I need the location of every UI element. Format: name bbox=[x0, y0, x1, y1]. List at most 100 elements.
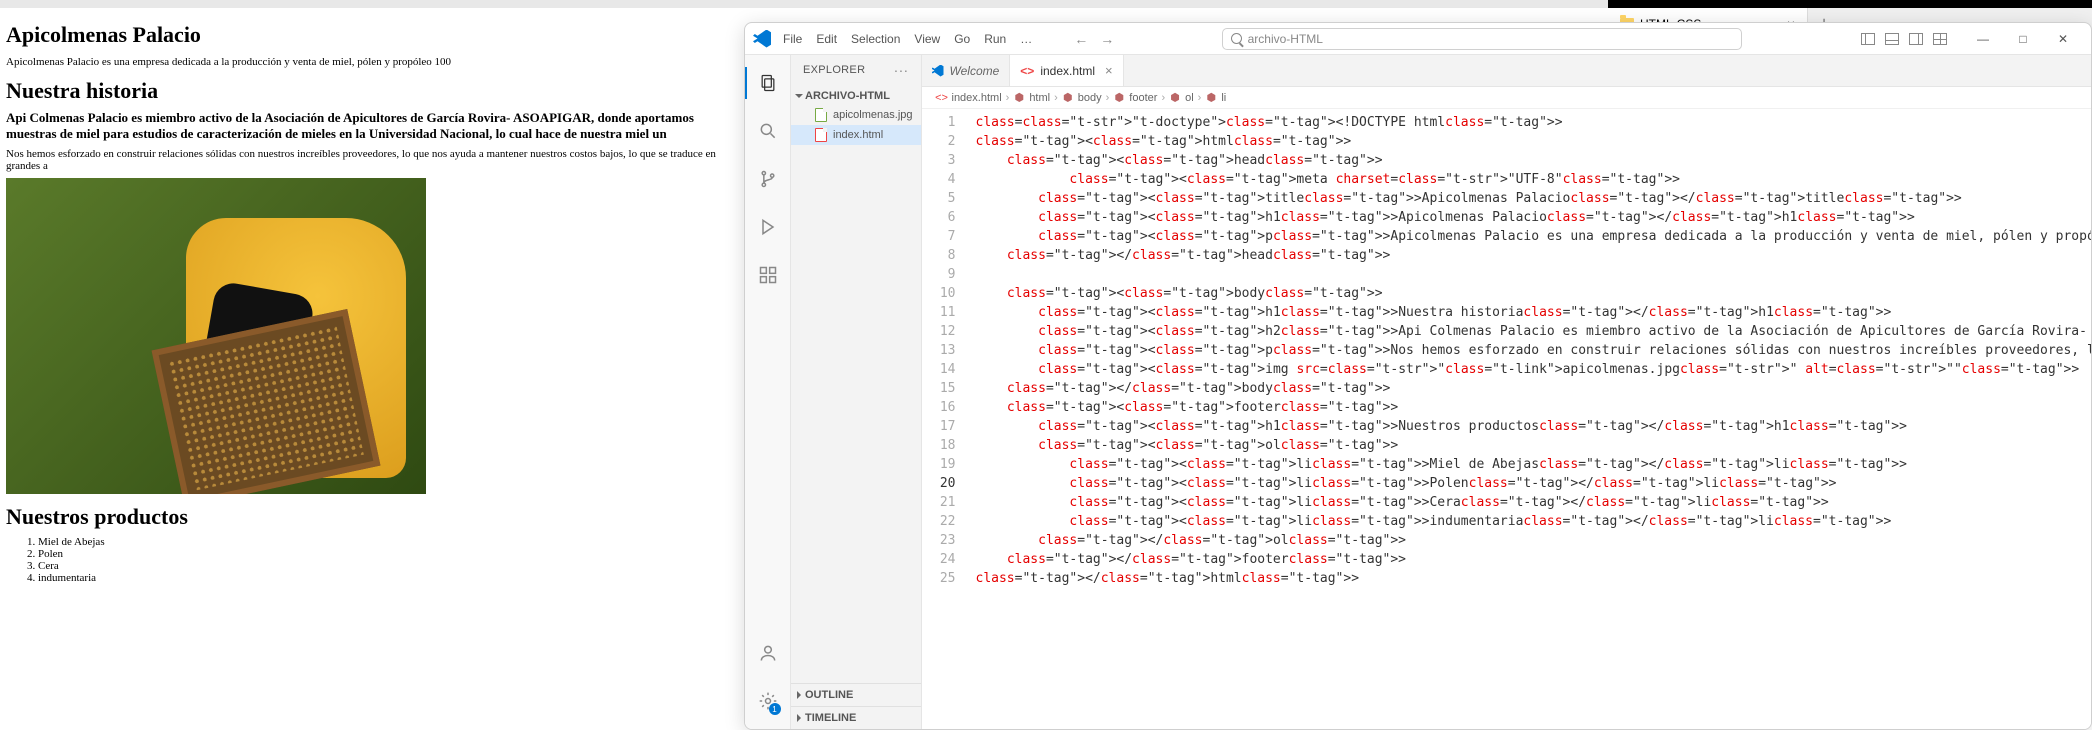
activity-search[interactable] bbox=[745, 111, 791, 151]
activity-run-debug[interactable] bbox=[745, 207, 791, 247]
layout-controls bbox=[1861, 33, 1947, 45]
bc-item[interactable]: footer bbox=[1129, 92, 1157, 104]
search-icon bbox=[1231, 33, 1242, 44]
bc-item[interactable]: ol bbox=[1185, 92, 1194, 104]
menu-view[interactable]: View bbox=[908, 28, 946, 50]
nav-forward-icon[interactable]: → bbox=[1100, 31, 1114, 47]
explorer-folder-section: ARCHIVO-HTML apicolmenas.jpg index.html bbox=[791, 85, 921, 147]
intro-paragraph: Apicolmenas Palacio es una empresa dedic… bbox=[6, 56, 738, 68]
timeline-label: TIMELINE bbox=[805, 712, 856, 724]
chevron-right-icon bbox=[797, 691, 801, 699]
activity-source-control[interactable] bbox=[745, 159, 791, 199]
html-icon: <> bbox=[1020, 64, 1034, 78]
list-item: Miel de Abejas bbox=[38, 536, 738, 548]
vscode-menu: File Edit Selection View Go Run … bbox=[777, 28, 1038, 50]
extensions-icon bbox=[758, 265, 778, 285]
element-icon: ⬢ bbox=[1113, 92, 1125, 104]
html-icon: <> bbox=[936, 92, 948, 104]
file-label: index.html bbox=[833, 129, 883, 141]
sidebar-explorer: EXPLORER ··· ARCHIVO-HTML apicolmenas.jp… bbox=[791, 55, 922, 729]
element-icon: ⬢ bbox=[1013, 92, 1025, 104]
bc-item[interactable]: li bbox=[1221, 92, 1226, 104]
customize-layout-icon[interactable] bbox=[1933, 33, 1947, 45]
chevron-right-icon bbox=[797, 714, 801, 722]
window-controls: ― □ ✕ bbox=[1963, 25, 2083, 53]
bc-item[interactable]: index.html bbox=[952, 92, 1002, 104]
outline-section[interactable]: OUTLINE bbox=[791, 683, 921, 706]
chevron-right-icon: › bbox=[1006, 92, 1010, 104]
file-label: apicolmenas.jpg bbox=[833, 109, 913, 121]
tab-index-html[interactable]: <> index.html × bbox=[1010, 55, 1123, 86]
tab-label: index.html bbox=[1040, 64, 1095, 78]
chevron-right-icon: › bbox=[1161, 92, 1165, 104]
line-gutter: 1234567891011121314151617181920212223242… bbox=[922, 109, 970, 729]
html-file-icon bbox=[815, 128, 827, 142]
menu-selection[interactable]: Selection bbox=[845, 28, 906, 50]
close-icon[interactable]: × bbox=[1105, 63, 1113, 78]
rendered-page: Apicolmenas Palacio Apicolmenas Palacio … bbox=[0, 8, 744, 730]
branch-icon bbox=[758, 169, 778, 189]
nav-back-icon[interactable]: ← bbox=[1074, 31, 1088, 47]
code-editor[interactable]: 1234567891011121314151617181920212223242… bbox=[922, 109, 2092, 729]
vscode-nav: ← → bbox=[1074, 31, 1114, 47]
chevron-right-icon: › bbox=[1054, 92, 1058, 104]
breadcrumb[interactable]: <> index.html › ⬢ html › ⬢ body › ⬢ foot… bbox=[922, 87, 2092, 109]
files-icon bbox=[758, 73, 778, 93]
vscode-logo-icon bbox=[753, 30, 771, 48]
history-paragraph: Nos hemos esforzado en construir relacio… bbox=[6, 148, 738, 172]
play-bug-icon bbox=[758, 217, 778, 237]
timeline-section[interactable]: TIMELINE bbox=[791, 706, 921, 729]
more-icon[interactable]: ··· bbox=[894, 62, 909, 78]
history-subheading: Api Colmenas Palacio es miembro activo d… bbox=[6, 110, 738, 142]
menu-more[interactable]: … bbox=[1014, 28, 1038, 50]
activity-explorer[interactable] bbox=[745, 63, 791, 103]
file-item-html[interactable]: index.html bbox=[791, 125, 921, 145]
tab-label: Welcome bbox=[950, 64, 1000, 78]
image-file-icon bbox=[815, 108, 827, 122]
settings-badge: 1 bbox=[769, 703, 781, 715]
account-icon bbox=[758, 643, 778, 663]
page-title: Apicolmenas Palacio bbox=[6, 22, 738, 48]
vscode-titlebar: File Edit Selection View Go Run … ← → ar… bbox=[745, 23, 2091, 55]
explorer-title: EXPLORER bbox=[803, 64, 865, 76]
outline-label: OUTLINE bbox=[805, 689, 853, 701]
command-center[interactable]: archivo-HTML bbox=[1222, 28, 1742, 50]
tab-welcome[interactable]: Welcome bbox=[922, 55, 1011, 86]
chevron-right-icon: › bbox=[1198, 92, 1202, 104]
vscode-body: 1 EXPLORER ··· ARCHIVO-HTML apicolmenas.… bbox=[745, 55, 2091, 729]
activity-bar: 1 bbox=[745, 55, 791, 729]
search-icon bbox=[758, 121, 778, 141]
toggle-secondary-icon[interactable] bbox=[1909, 33, 1923, 45]
command-center-text: archivo-HTML bbox=[1248, 32, 1323, 46]
activity-account[interactable] bbox=[745, 633, 791, 673]
element-icon: ⬢ bbox=[1062, 92, 1074, 104]
folder-header[interactable]: ARCHIVO-HTML bbox=[791, 87, 921, 105]
activity-settings[interactable]: 1 bbox=[745, 681, 791, 721]
activity-extensions[interactable] bbox=[745, 255, 791, 295]
menu-go[interactable]: Go bbox=[948, 28, 976, 50]
file-item-image[interactable]: apicolmenas.jpg bbox=[791, 105, 921, 125]
editor-area: Welcome <> index.html × ··· <> index.htm… bbox=[922, 55, 2092, 729]
window-close[interactable]: ✕ bbox=[2043, 25, 2083, 53]
menu-edit[interactable]: Edit bbox=[810, 28, 843, 50]
toggle-sidebar-icon[interactable] bbox=[1861, 33, 1875, 45]
code-content[interactable]: class=class="t-str">"t-doctype">class="t… bbox=[970, 109, 2092, 729]
bc-item[interactable]: html bbox=[1029, 92, 1050, 104]
window-minimize[interactable]: ― bbox=[1963, 25, 2003, 53]
list-item: Cera bbox=[38, 560, 738, 572]
chevron-right-icon: › bbox=[1106, 92, 1110, 104]
element-icon: ⬢ bbox=[1205, 92, 1217, 104]
explorer-header: EXPLORER ··· bbox=[791, 55, 921, 85]
folder-name: ARCHIVO-HTML bbox=[805, 90, 890, 102]
window-maximize[interactable]: □ bbox=[2003, 25, 2043, 53]
list-item: indumentaria bbox=[38, 572, 738, 584]
menu-file[interactable]: File bbox=[777, 28, 808, 50]
beekeeper-image bbox=[6, 178, 426, 494]
list-item: Polen bbox=[38, 548, 738, 560]
editor-tabs: Welcome <> index.html × ··· bbox=[922, 55, 2092, 87]
explorer-black-strip bbox=[1608, 0, 2092, 8]
bc-item[interactable]: body bbox=[1078, 92, 1102, 104]
products-heading: Nuestros productos bbox=[6, 504, 738, 530]
toggle-panel-icon[interactable] bbox=[1885, 33, 1899, 45]
menu-run[interactable]: Run bbox=[978, 28, 1012, 50]
